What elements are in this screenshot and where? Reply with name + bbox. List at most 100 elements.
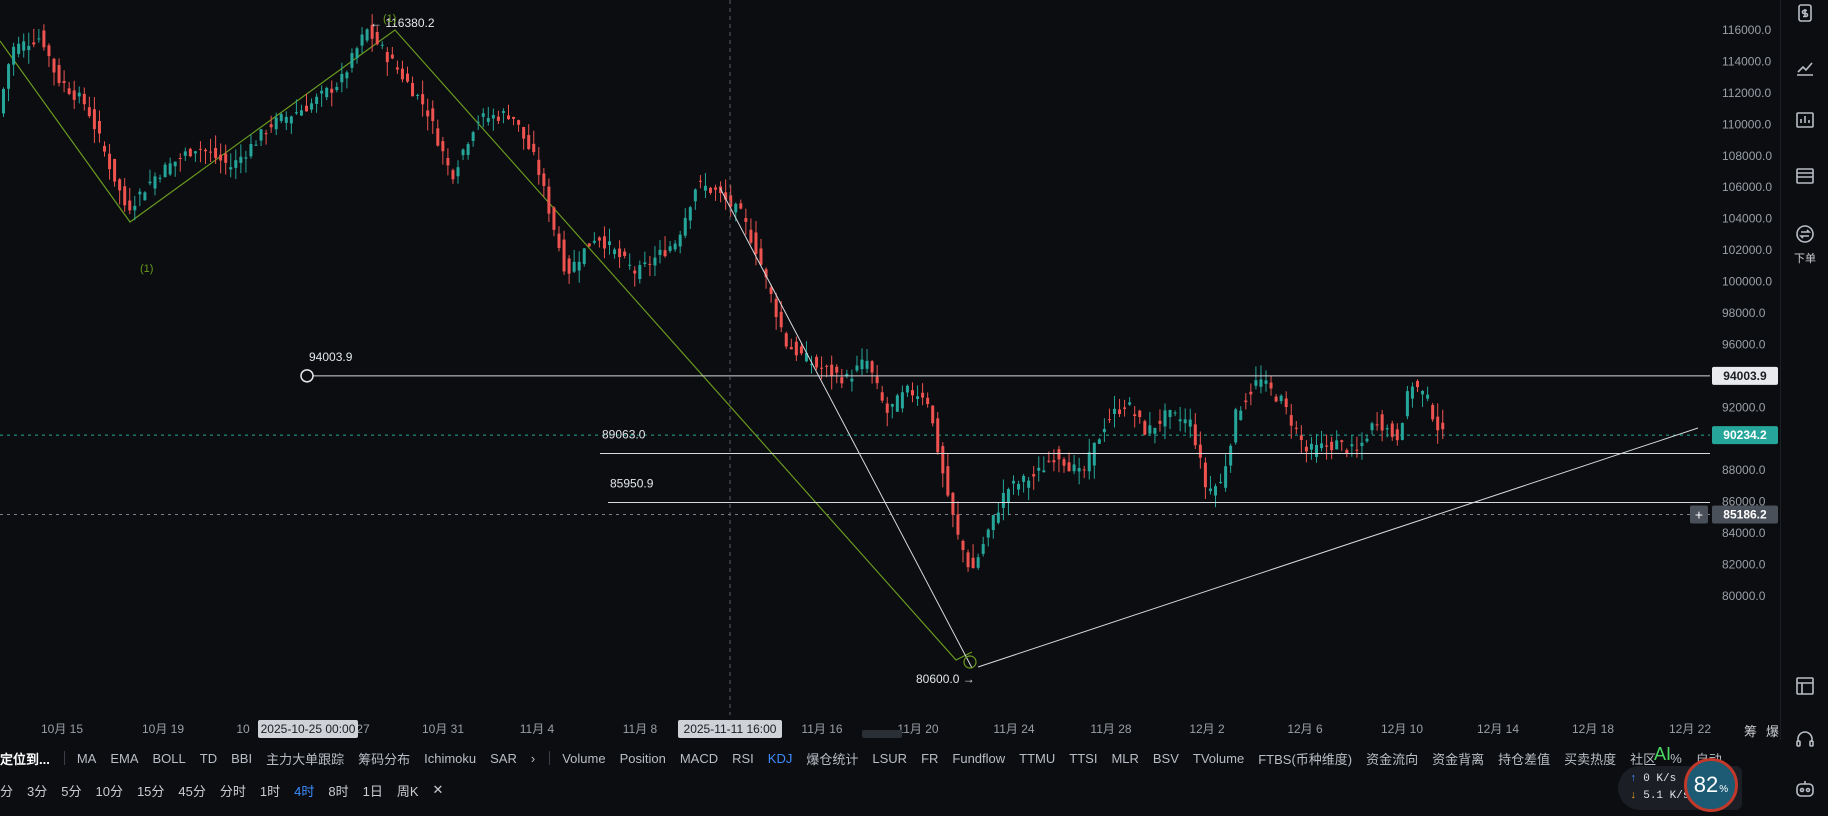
bar-chart-icon[interactable] [1791,106,1819,134]
sub-indicator-item[interactable]: TVolume [1193,751,1244,766]
sub-indicator-item[interactable]: RSI [732,751,754,766]
candle-body [1410,386,1414,399]
timeframe-1日[interactable]: 1日 [363,781,383,800]
level-label: 89063.0 [602,428,646,442]
candle-body [1244,400,1248,403]
candle-body [744,218,748,222]
sub-indicator-item[interactable]: TTMU [1019,751,1055,766]
candle-body [658,249,662,255]
sub-indicator-item[interactable]: LSUR [872,751,907,766]
candle-body [749,229,753,243]
candle-body [1219,482,1223,484]
chip-toggle[interactable]: 筹 [1744,721,1757,740]
candle-body [113,158,117,182]
main-indicator-ichimoku[interactable]: Ichimoku [424,751,476,766]
close-icon[interactable]: ✕ [433,782,444,798]
sub-indicator-item[interactable]: 买卖热度 [1564,749,1616,768]
table-icon[interactable] [1791,162,1819,190]
sub-indicator-item[interactable]: 爆仓统计 [806,749,858,768]
candle-body [678,234,682,247]
candle-body [1416,380,1419,388]
main-indicator-boll[interactable]: BOLL [153,751,186,766]
candle-body [1193,424,1197,446]
main-indicator-ma[interactable]: MA [77,751,97,766]
cpu-usage-badge[interactable]: 82% [1684,758,1738,812]
candle-body [198,148,202,150]
time-tick: 11月 20 [897,722,938,736]
price-tick: 116000.0 [1722,23,1771,37]
candle-body [582,248,586,264]
trend-icon[interactable] [1791,54,1819,82]
price-tick: 108000.0 [1722,149,1772,163]
timeframe-45分[interactable]: 45分 [178,781,205,800]
candle-body [991,515,995,531]
candle-body [527,135,531,149]
sub-indicator-item[interactable]: MLR [1111,751,1138,766]
horizontal-levels[interactable]: 94003.9 89063.0 85950.9 [300,350,1710,503]
price-tick: 104000.0 [1722,212,1772,226]
sub-indicator-item[interactable]: FR [921,751,938,766]
candle-body [289,116,293,124]
sub-indicator-item[interactable]: 资金背离 [1432,749,1484,768]
sub-indicator-item[interactable]: KDJ [768,751,793,766]
candle-body [709,187,712,193]
upload-speed: ↑ 0 K/s [1630,773,1677,785]
timeframe-分时[interactable]: 分时 [220,781,246,800]
sub-indicator-item[interactable]: Fundflow [952,751,1005,766]
main-indicator-bbi[interactable]: BBI [231,751,252,766]
sub-indicator-item[interactable]: MACD [680,751,718,766]
main-indicator-sar[interactable]: SAR [490,751,517,766]
timeframe-8时[interactable]: 8时 [328,781,348,800]
dollar-icon[interactable] [1791,0,1819,28]
main-indicator-主力大单跟踪[interactable]: 主力大单跟踪 [266,749,344,768]
candle-body [759,248,763,265]
candle-body [486,117,490,122]
main-indicator-筹码分布[interactable]: 筹码分布 [358,749,410,768]
sub-indicator-item[interactable]: 社区 [1630,749,1656,768]
sub-indicator-item[interactable]: TTSI [1069,751,1097,766]
layout-icon[interactable] [1791,672,1819,700]
timeframe-分[interactable]: 分 [0,781,13,800]
candle-body [1340,440,1344,443]
sub-indicator-item[interactable]: Volume [562,751,605,766]
more-indicators-chevron-icon[interactable]: › [531,751,535,766]
sub-indicator-item[interactable]: Position [620,751,666,766]
timeframe-10分[interactable]: 10分 [95,781,122,800]
candle-body [1284,398,1288,408]
timeframe-4时[interactable]: 4时 [294,781,314,800]
time-tick: 11月 8 [623,722,658,736]
ai-button[interactable]: AI [1654,744,1671,765]
candle-body [1335,440,1339,450]
time-tick: 12月 6 [1287,722,1323,736]
candlestick-chart[interactable]: 94003.9 89063.0 85950.9 116000.0 114000.0 11… [0,0,1780,740]
wave-point [963,655,977,669]
timeframe-1时[interactable]: 1时 [260,781,280,800]
sub-indicator-item[interactable]: BSV [1153,751,1179,766]
trend-lines[interactable] [719,187,1699,669]
candle-body [1315,444,1318,457]
low-annotation: 80600.0 → [916,672,975,686]
sub-indicator-item[interactable]: 持仓差值 [1498,749,1550,768]
main-indicator-ema[interactable]: EMA [110,751,138,766]
candle-body [1022,475,1026,482]
candle-body [1148,425,1152,434]
locate-button[interactable]: 定位到... [0,749,50,768]
timeframe-3分[interactable]: 3分 [27,781,47,800]
main-indicator-td[interactable]: TD [200,751,217,766]
timeframe-15分[interactable]: 15分 [137,781,164,800]
order-label[interactable]: 下单 [1781,250,1828,266]
candle-body [375,32,379,45]
candle-body [1017,483,1021,490]
candle-body [1042,470,1046,473]
sub-indicator-item[interactable]: FTBS(币种维度) [1258,749,1352,768]
timeframe-周K[interactable]: 周K [397,781,419,800]
candle-body [103,145,106,152]
sub-indicator-item[interactable]: 资金流向 [1366,749,1418,768]
candle-body [971,557,975,569]
wave-label-top: (1) [383,13,396,25]
sub-indicator-item[interactable]: % [1670,751,1682,766]
candle-body [592,240,596,243]
swap-icon[interactable] [1791,220,1819,248]
timeframe-5分[interactable]: 5分 [61,781,81,800]
liquidation-toggle[interactable]: 爆 [1766,721,1779,740]
